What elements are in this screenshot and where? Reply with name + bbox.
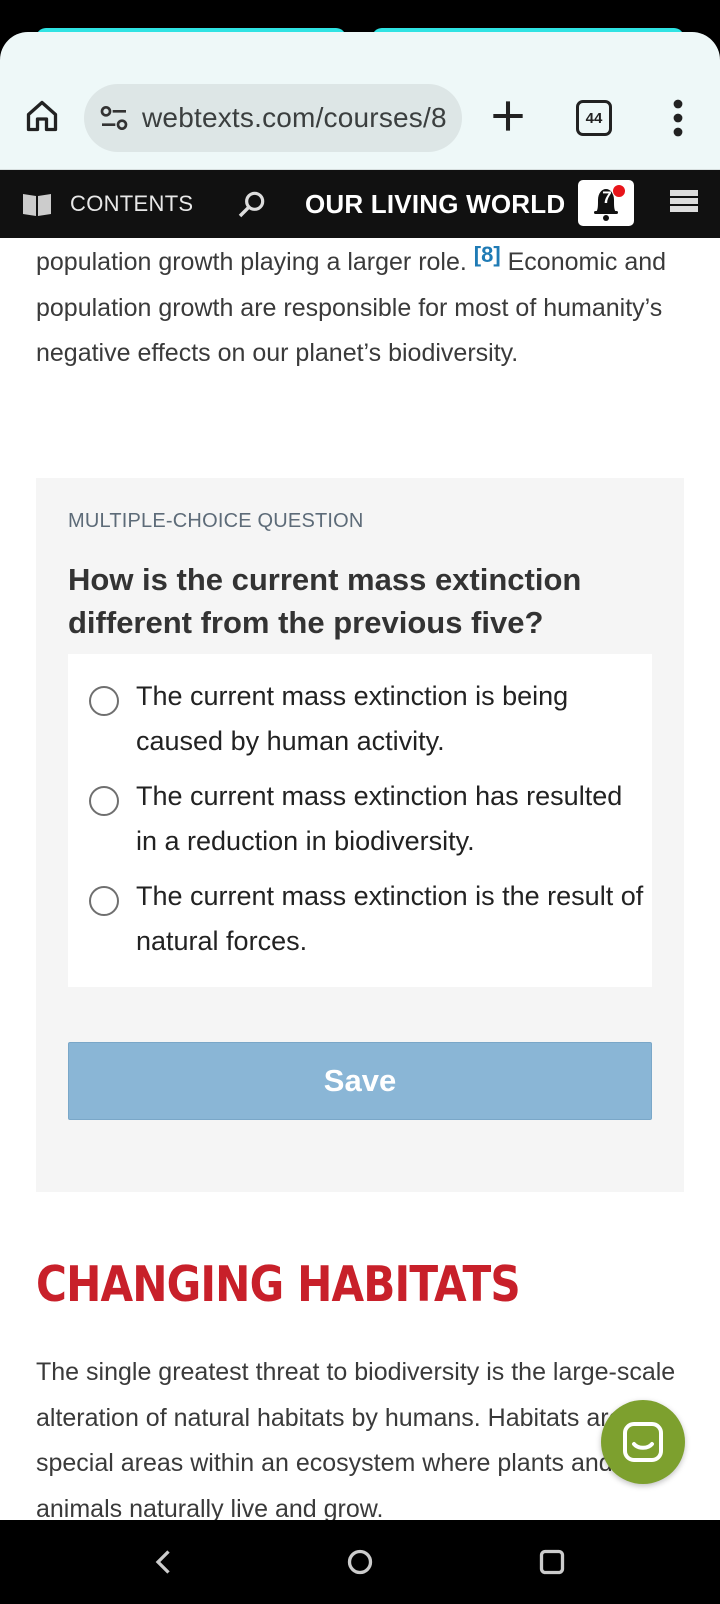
question-text: How is the current mass extinction diffe… (68, 562, 582, 640)
browser-toolbar: webtexts.com/courses/8 44 (0, 32, 720, 170)
notification-dot (612, 184, 626, 198)
notification-count: 7 (602, 188, 612, 207)
site-search-button[interactable] (236, 188, 268, 220)
tab-count: 44 (585, 109, 603, 127)
radio-button[interactable] (89, 886, 119, 916)
system-home-button[interactable] (342, 1544, 378, 1580)
footnote-link[interactable]: [8] (474, 242, 501, 267)
save-button[interactable]: Save (68, 1042, 652, 1120)
notifications-button[interactable]: 7 (578, 180, 634, 226)
multiple-choice-question: MULTIPLE-CHOICE QUESTION How is the curr… (36, 478, 684, 1192)
search-icon (238, 191, 265, 218)
url-text[interactable]: webtexts.com/courses/8 (142, 102, 447, 134)
answer-options: The current mass extinction is being cau… (68, 654, 652, 987)
option-label[interactable]: The current mass extinction is the resul… (136, 874, 646, 964)
question-type-label: MULTIPLE-CHOICE QUESTION (68, 510, 364, 532)
contents-label: CONTENTS (70, 191, 194, 216)
address-bar[interactable]: webtexts.com/courses/8 (84, 84, 462, 152)
browser-menu-button[interactable] (664, 96, 692, 140)
system-recents-button[interactable] (534, 1544, 570, 1580)
radio-button[interactable] (89, 686, 119, 716)
back-icon (155, 1550, 170, 1574)
section-heading: CHANGING HABITATS (36, 1256, 521, 1313)
recents-icon (539, 1549, 565, 1575)
home-circle-icon (347, 1549, 373, 1575)
tab-switcher-button[interactable]: 44 (576, 100, 612, 136)
more-vert-icon (673, 99, 683, 137)
system-back-button[interactable] (146, 1544, 182, 1580)
new-tab-button[interactable] (486, 94, 530, 138)
article-paragraph: population growth playing a larger role.… (36, 238, 684, 377)
contents-button[interactable]: CONTENTS (22, 170, 193, 238)
article-paragraph: The single greatest threat to biodiversi… (36, 1358, 676, 1520)
site-menu-button[interactable] (670, 190, 698, 218)
option-label[interactable]: The current mass extinction is being cau… (136, 674, 646, 764)
site-navbar: CONTENTS OUR LIVING WORLD 7 (0, 170, 720, 238)
radio-button[interactable] (89, 786, 119, 816)
paragraph-text: population growth playing a larger role. (36, 248, 467, 276)
system-navigation-bar (0, 1520, 720, 1604)
site-title[interactable]: OUR LIVING WORLD (305, 170, 565, 238)
plus-icon (493, 101, 523, 131)
browser-home-button[interactable] (22, 96, 62, 136)
book-icon (23, 194, 51, 216)
hamburger-icon (670, 190, 698, 212)
chat-icon (623, 1422, 663, 1462)
article-content: population growth playing a larger role.… (0, 238, 720, 1520)
option-label[interactable]: The current mass extinction has resulted… (136, 774, 646, 864)
home-icon (26, 100, 58, 132)
tune-icon[interactable] (98, 102, 130, 134)
chat-launcher-button[interactable] (601, 1400, 685, 1484)
